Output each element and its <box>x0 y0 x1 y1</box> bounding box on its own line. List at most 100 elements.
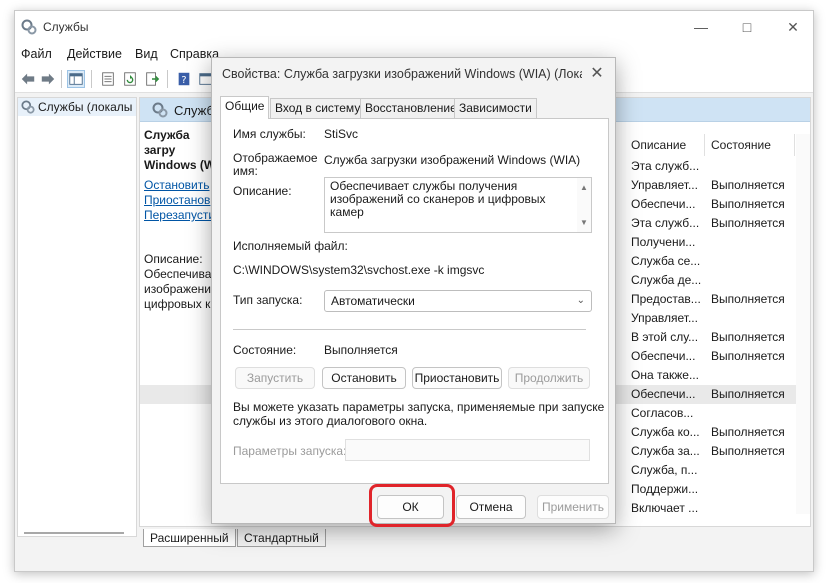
row-state: Выполняется <box>711 216 785 230</box>
dialog-title: Свойства: Служба загрузки изображений Wi… <box>222 67 582 81</box>
row-description: Получени... <box>631 235 696 249</box>
maximize-icon[interactable]: □ <box>737 17 757 37</box>
description-label: Описание: <box>233 184 292 198</box>
row-description: Включает ... <box>631 501 699 515</box>
export-icon[interactable] <box>143 70 161 88</box>
row-description: В этой слу... <box>631 330 699 344</box>
params-input[interactable] <box>345 439 590 461</box>
toolbar-separator <box>167 70 168 88</box>
params-label: Параметры запуска: <box>233 444 347 458</box>
general-panel: Имя службы: StiSvc Отображаемое имя: Слу… <box>220 118 609 484</box>
row-description: Предостав... <box>631 292 701 306</box>
view-tabs: Расширенный Стандартный <box>139 529 439 549</box>
hint-text: службы из этого диалогового окна. <box>233 414 428 428</box>
row-description: Эта служб... <box>631 216 700 230</box>
display-name-label: Отображаемое <box>233 151 318 165</box>
resume-button[interactable]: Продолжить <box>508 367 590 389</box>
chevron-down-icon: ⌄ <box>576 295 585 306</box>
column-header-state[interactable]: Состояние <box>711 138 771 152</box>
row-state: Выполняется <box>711 197 785 211</box>
row-description: Управляет... <box>631 311 698 325</box>
row-description: Согласов... <box>631 406 694 420</box>
row-state: Выполняется <box>711 387 785 401</box>
start-button[interactable]: Запустить <box>235 367 315 389</box>
vertical-scrollbar[interactable] <box>796 134 810 514</box>
menu-file[interactable]: Файл <box>21 47 52 61</box>
cancel-button[interactable]: Отмена <box>456 495 526 519</box>
back-icon[interactable] <box>19 70 37 88</box>
row-state: Выполняется <box>711 292 785 306</box>
toolbar-separator <box>61 70 62 88</box>
row-description: Служба се... <box>631 254 701 268</box>
row-description: Служба, п... <box>631 463 698 477</box>
close-icon[interactable]: ✕ <box>587 64 607 84</box>
display-name-value: Служба загрузки изображений Windows (WIA… <box>324 153 581 167</box>
svg-text:?: ? <box>181 75 186 86</box>
close-icon[interactable]: ✕ <box>783 17 803 37</box>
refresh-icon[interactable] <box>121 70 139 88</box>
row-state: Выполняется <box>711 425 785 439</box>
pause-button[interactable]: Приостановить <box>412 367 502 389</box>
column-divider <box>704 134 705 156</box>
scroll-up-icon[interactable]: ▲ <box>580 181 588 194</box>
scroll-down-icon[interactable]: ▼ <box>580 216 588 229</box>
services-icon <box>21 19 37 35</box>
forward-icon[interactable] <box>39 70 57 88</box>
row-description: Служба за... <box>631 444 700 458</box>
hint-text: Вы можете указать параметры запуска, при… <box>233 400 605 414</box>
column-header-description[interactable]: Описание <box>631 138 686 152</box>
row-description: Обеспечи... <box>631 197 696 211</box>
tab-recovery[interactable]: Восстановление <box>360 98 462 118</box>
tab-dependencies[interactable]: Зависимости <box>454 98 537 118</box>
row-state: Выполняется <box>711 330 785 344</box>
tree-pane: Службы (локалы <box>17 97 137 537</box>
description-value: Обеспечивает службы получения изображени… <box>330 179 546 219</box>
row-description: Эта служб... <box>631 159 700 173</box>
row-state: Выполняется <box>711 178 785 192</box>
service-name-label: Имя службы: <box>233 127 306 141</box>
startup-type-value: Автоматически <box>331 294 415 308</box>
toolbar-separator <box>91 70 92 88</box>
properties-icon[interactable] <box>99 70 117 88</box>
tab-general[interactable]: Общие <box>220 96 270 119</box>
tab-standard[interactable]: Стандартный <box>237 529 326 547</box>
description-scrollbar[interactable]: ▲ ▼ <box>577 178 591 232</box>
tree-item-label: Службы (локалы <box>38 100 133 114</box>
minimize-icon[interactable]: — <box>691 17 711 37</box>
row-description: Служба ко... <box>631 425 700 439</box>
horizontal-scrollbar[interactable] <box>24 532 124 534</box>
row-description: Обеспечи... <box>631 387 696 401</box>
column-divider <box>794 134 795 156</box>
description-box[interactable]: Обеспечивает службы получения изображени… <box>324 177 592 233</box>
tree-item-services[interactable]: Службы (локалы <box>18 98 136 116</box>
display-name-label: имя: <box>233 164 258 178</box>
ok-highlight-annotation <box>369 484 455 527</box>
apply-button[interactable]: Применить <box>537 495 609 519</box>
startup-type-select[interactable]: Автоматически ⌄ <box>324 290 592 312</box>
service-name-value: StiSvc <box>324 127 359 141</box>
menu-action[interactable]: Действие <box>67 47 122 61</box>
row-description: Поддержи... <box>631 482 699 496</box>
tab-extended[interactable]: Расширенный <box>143 529 236 547</box>
exe-value: C:\WINDOWS\system32\svchost.exe -k imgsv… <box>233 263 485 277</box>
row-description: Служба де... <box>631 273 702 287</box>
stop-button[interactable]: Остановить <box>322 367 406 389</box>
status-value: Выполняется <box>324 343 398 357</box>
row-state: Выполняется <box>711 349 785 363</box>
row-description: Управляет... <box>631 178 698 192</box>
properties-dialog: Свойства: Служба загрузки изображений Wi… <box>211 57 616 524</box>
console-icon[interactable] <box>67 70 85 88</box>
menu-view[interactable]: Вид <box>135 47 158 61</box>
status-label: Состояние: <box>233 343 297 357</box>
divider <box>233 329 586 330</box>
tab-logon[interactable]: Вход в систему <box>270 98 366 118</box>
row-description: Она также... <box>631 368 699 382</box>
help-icon[interactable]: ? <box>175 70 193 88</box>
row-state: Выполняется <box>711 444 785 458</box>
services-icon <box>152 102 168 118</box>
window-title: Службы <box>43 20 89 34</box>
startup-type-label: Тип запуска: <box>233 293 303 307</box>
services-icon <box>21 100 35 114</box>
title-bar: Службы — □ ✕ <box>15 11 813 43</box>
row-description: Обеспечи... <box>631 349 696 363</box>
